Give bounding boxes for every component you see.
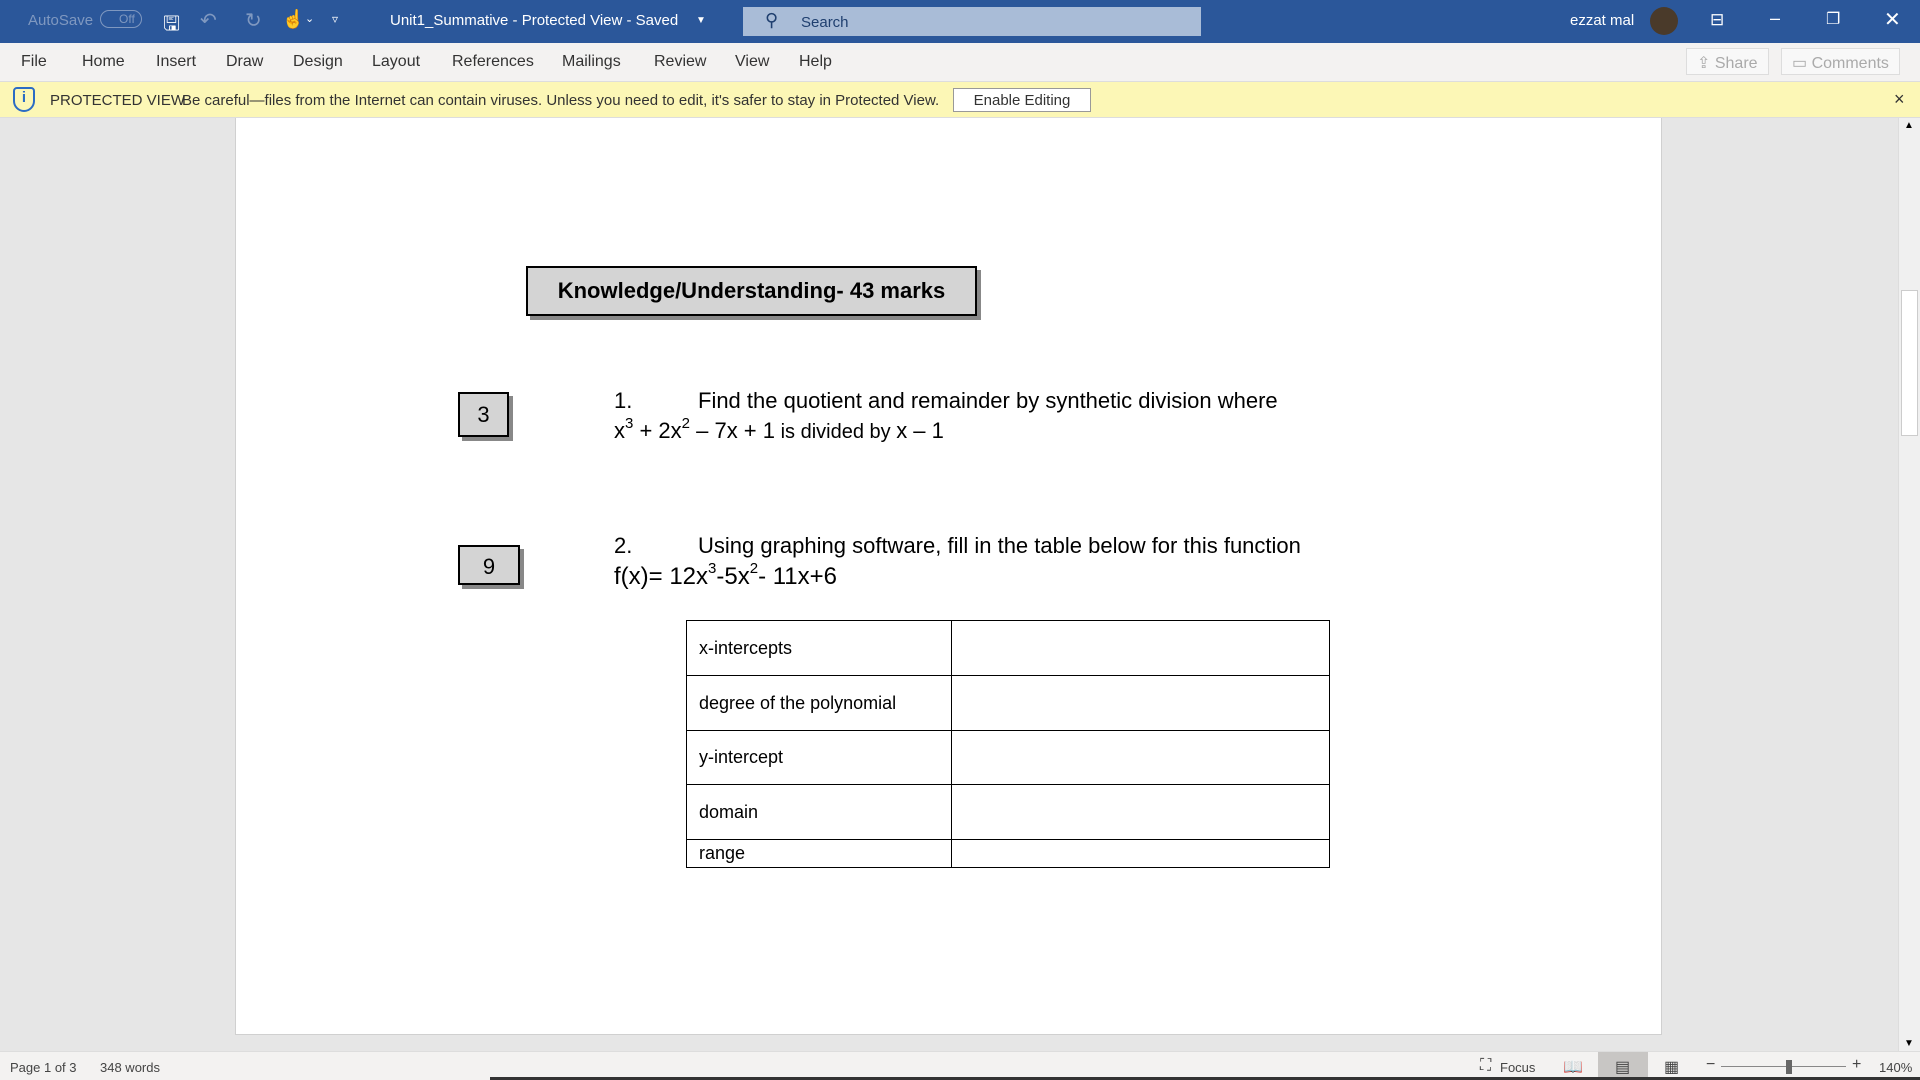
redo-icon[interactable]: ↻ <box>245 8 262 33</box>
table-cell: y-intercept <box>686 730 952 785</box>
title-dropdown-icon[interactable]: ▼ <box>696 15 706 26</box>
exponent: 3 <box>708 560 717 577</box>
close-icon[interactable]: × <box>1894 89 1905 110</box>
tab-file[interactable]: File <box>21 53 47 71</box>
page-count[interactable]: Page 1 of 3 <box>10 1060 77 1075</box>
word-count[interactable]: 348 words <box>100 1060 160 1075</box>
expr-part: x – 1 <box>896 418 944 443</box>
search-icon: ⚲ <box>765 10 779 30</box>
share-button[interactable]: ⇪ Share <box>1686 48 1769 75</box>
focus-label[interactable]: Focus <box>1500 1060 1535 1075</box>
scrollbar-thumb[interactable] <box>1901 290 1918 436</box>
comments-label: Comments <box>1811 55 1889 72</box>
document-title[interactable]: Unit1_Summative - Protected View - Saved <box>390 12 678 29</box>
tab-draw[interactable]: Draw <box>226 53 263 71</box>
exponent: 3 <box>625 415 634 432</box>
web-layout-icon[interactable]: ▦ <box>1664 1057 1679 1077</box>
tab-references[interactable]: References <box>452 53 534 71</box>
table-cell[interactable] <box>951 675 1330 731</box>
user-name[interactable]: ezzat mal <box>1570 12 1634 29</box>
protected-view-message: Be careful—files from the Internet can c… <box>182 92 940 109</box>
protected-view-bar: i PROTECTED VIEW Be careful—files from t… <box>0 82 1920 118</box>
document-page[interactable]: Knowledge/Understanding- 43 marks 3 1. F… <box>235 118 1662 1035</box>
table-row: domain <box>686 784 1330 840</box>
protected-view-label: PROTECTED VIEW <box>50 92 186 109</box>
search-input[interactable]: ⚲ Search <box>743 7 1201 36</box>
enable-editing-button[interactable]: Enable Editing <box>953 88 1091 112</box>
tab-help[interactable]: Help <box>799 53 832 71</box>
share-label: Share <box>1714 55 1758 72</box>
zoom-slider[interactable] <box>1721 1066 1846 1067</box>
table-cell[interactable] <box>951 784 1330 840</box>
tab-insert[interactable]: Insert <box>156 53 196 71</box>
expr-part: f(x)= 12x <box>614 563 709 590</box>
vertical-scrollbar[interactable]: ▲ ▼ <box>1898 118 1920 1051</box>
comments-button[interactable]: ▭ Comments <box>1781 48 1900 75</box>
undo-icon[interactable]: ↶ <box>200 8 217 33</box>
read-mode-icon[interactable]: 📖 <box>1563 1057 1583 1077</box>
tab-mailings[interactable]: Mailings <box>562 53 621 71</box>
ribbon-display-icon[interactable]: ⊟ <box>1710 10 1724 30</box>
title-bar: AutoSave Off 🖫 ↶ ↻ ☝ ⌄ ▿ Unit1_Summative… <box>0 0 1920 43</box>
q1-expression: x3 + 2x2 – 7x + 1 is divided by x – 1 <box>614 415 944 444</box>
scroll-down-icon[interactable]: ▼ <box>1904 1038 1914 1049</box>
search-placeholder: Search <box>801 14 849 31</box>
table-row: range <box>686 839 1330 868</box>
autosave-label: AutoSave <box>28 12 94 29</box>
focus-icon[interactable]: ⛶ <box>1480 1057 1491 1075</box>
tab-layout[interactable]: Layout <box>372 53 420 71</box>
table-cell: domain <box>686 784 952 840</box>
avatar[interactable] <box>1650 7 1678 35</box>
table-cell[interactable] <box>951 620 1330 676</box>
expr-part: is divided by <box>775 421 897 443</box>
close-icon[interactable]: ✕ <box>1884 7 1901 32</box>
table-cell: degree of the polynomial <box>686 675 952 731</box>
table-cell: range <box>686 839 952 868</box>
tab-design[interactable]: Design <box>293 53 343 71</box>
tab-home[interactable]: Home <box>82 53 125 71</box>
autosave-toggle[interactable]: Off <box>100 10 142 28</box>
chevron-down-icon[interactable]: ⌄ <box>305 12 314 25</box>
expr-part: x <box>614 418 625 443</box>
marks-box-q1: 3 <box>458 392 509 437</box>
zoom-in-icon[interactable]: + <box>1852 1056 1861 1074</box>
table-row: x-intercepts <box>686 620 1330 676</box>
touch-mode-icon[interactable]: ☝ <box>282 9 304 30</box>
marks-box-q2: 9 <box>458 545 520 585</box>
table-row: y-intercept <box>686 730 1330 785</box>
ribbon-tabs: File Home Insert Draw Design Layout Refe… <box>0 43 1920 82</box>
expr-part: - 11x+6 <box>758 563 837 590</box>
expr-part: -5x <box>716 563 750 590</box>
q2-function: f(x)= 12x3-5x2- 11x+6 <box>614 560 837 591</box>
expr-part: – 7x + 1 <box>690 418 776 443</box>
shield-info-icon: i <box>13 87 35 112</box>
zoom-level[interactable]: 140% <box>1879 1060 1912 1075</box>
minimize-icon[interactable]: – <box>1770 8 1780 29</box>
table-cell[interactable] <box>951 839 1330 868</box>
status-bar: Page 1 of 3 348 words ⛶ Focus 📖 ▤ ▦ − + … <box>0 1051 1920 1080</box>
expr-part: + 2x <box>633 418 682 443</box>
q2-number: 2. <box>614 533 633 558</box>
table-cell: x-intercepts <box>686 620 952 676</box>
restore-icon[interactable]: ❐ <box>1826 9 1840 29</box>
zoom-slider-thumb[interactable] <box>1786 1060 1792 1074</box>
print-layout-icon: ▤ <box>1615 1059 1631 1076</box>
customize-toolbar-icon[interactable]: ▿ <box>332 12 338 26</box>
exponent: 2 <box>749 560 759 577</box>
zoom-out-icon[interactable]: − <box>1706 1056 1715 1074</box>
tab-review[interactable]: Review <box>654 53 706 71</box>
print-layout-button[interactable]: ▤ <box>1598 1052 1648 1080</box>
q2-text: Using graphing software, fill in the tab… <box>698 533 1301 558</box>
function-table: x-intercepts degree of the polynomial y-… <box>686 620 1330 868</box>
scroll-up-icon[interactable]: ▲ <box>1904 120 1914 131</box>
exponent: 2 <box>681 415 690 432</box>
section-heading: Knowledge/Understanding- 43 marks <box>526 266 977 316</box>
q1-text: Find the quotient and remainder by synth… <box>698 388 1278 413</box>
table-row: degree of the polynomial <box>686 675 1330 731</box>
q1-number: 1. <box>614 388 633 413</box>
save-icon[interactable]: 🖫 <box>163 9 180 43</box>
tab-view[interactable]: View <box>735 53 769 71</box>
table-cell[interactable] <box>951 730 1330 785</box>
